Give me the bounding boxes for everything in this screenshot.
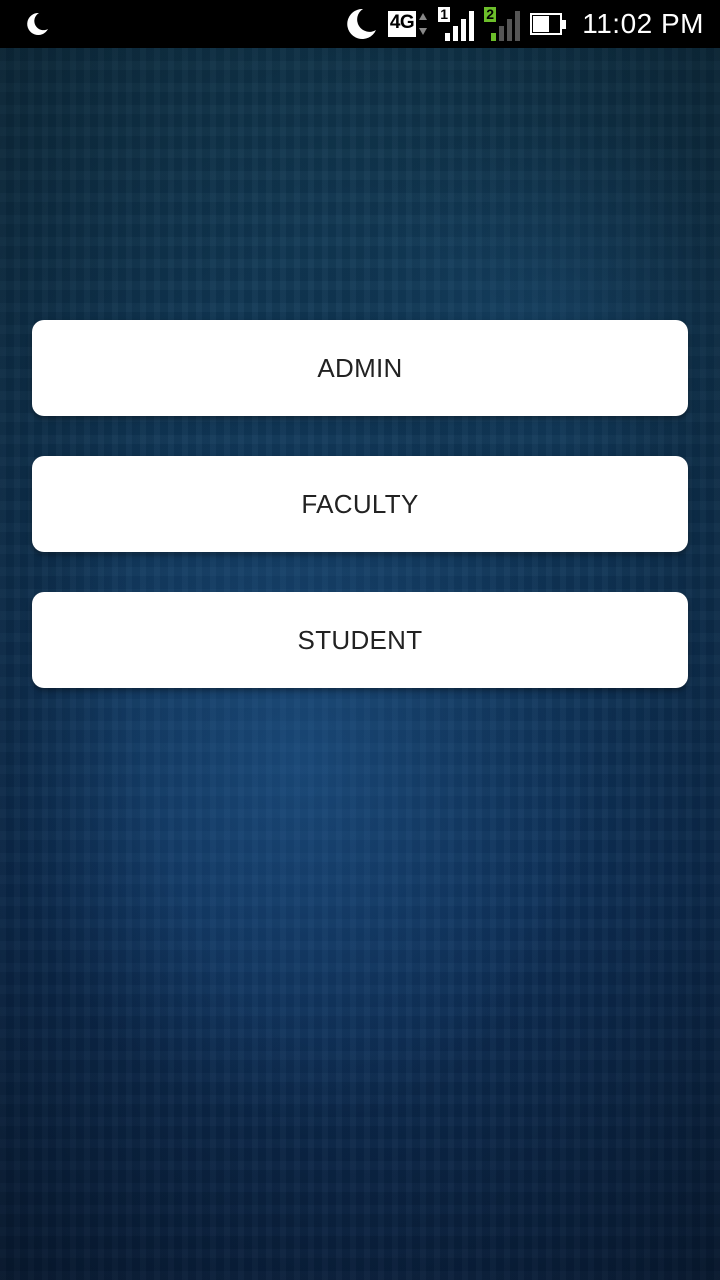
status-bar: 4G 1 2 11:02 PM	[0, 0, 720, 48]
role-selection-list: ADMIN FACULTY STUDENT	[32, 320, 688, 728]
faculty-button-label: FACULTY	[301, 488, 419, 519]
signal-sim2-icon: 2	[484, 7, 521, 41]
battery-icon	[530, 13, 567, 35]
admin-button-label: ADMIN	[317, 352, 403, 383]
moon-icon	[22, 10, 50, 38]
student-button[interactable]: STUDENT	[32, 592, 688, 688]
signal-sim1-icon: 1	[438, 7, 475, 41]
student-button-label: STUDENT	[297, 624, 423, 655]
admin-button[interactable]: ADMIN	[32, 320, 688, 416]
app-screen: 4G 1 2 11:02 PM ADMIN FACULTY STUDENT	[0, 0, 720, 1280]
network-4g-icon: 4G	[387, 11, 428, 37]
status-clock: 11:02 PM	[582, 8, 704, 39]
faculty-button[interactable]: FACULTY	[32, 456, 688, 552]
dnd-moon-icon	[342, 6, 378, 42]
network-type-label: 4G	[387, 11, 417, 37]
